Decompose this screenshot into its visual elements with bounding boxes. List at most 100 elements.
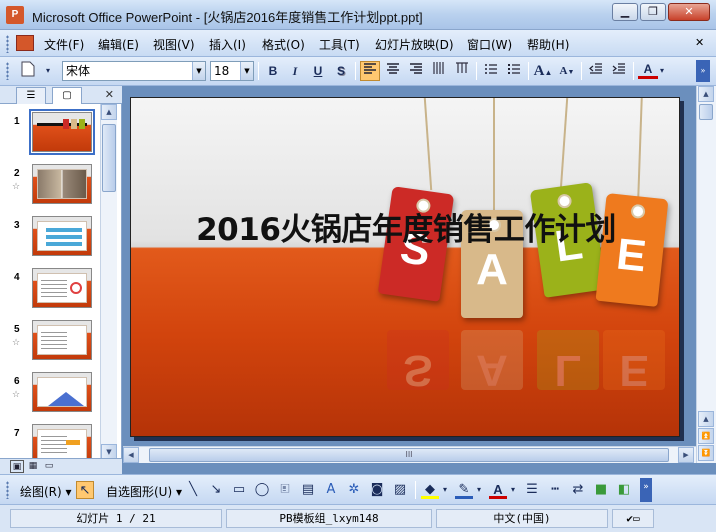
align-right-icon[interactable] bbox=[406, 61, 426, 81]
decrease-indent-icon[interactable] bbox=[586, 61, 606, 81]
slide-horizontal-scrollbar[interactable]: ◀ III ▶ bbox=[123, 446, 696, 463]
slide-thumbnail[interactable] bbox=[32, 164, 92, 204]
scroll-left-icon[interactable]: ◀ bbox=[123, 447, 139, 463]
slide-thumbnail-row[interactable]: 6 ☆ bbox=[0, 370, 100, 420]
scroll-thumb[interactable] bbox=[699, 104, 713, 120]
slide-thumbnail-row[interactable]: 5 ☆ bbox=[0, 318, 100, 368]
menu-help[interactable]: 帮助(H) bbox=[527, 36, 569, 53]
slide-thumbnail[interactable] bbox=[32, 424, 92, 462]
slide-thumbnail-row[interactable]: 4 bbox=[0, 266, 100, 316]
underline-button[interactable]: U bbox=[308, 61, 328, 81]
menu-edit[interactable]: 编辑(E) bbox=[98, 36, 139, 53]
grow-font-button[interactable]: A▲ bbox=[533, 61, 553, 81]
slide-thumbnail[interactable] bbox=[32, 320, 92, 360]
chevron-down-icon[interactable]: ▾ bbox=[440, 481, 450, 499]
scroll-up-icon[interactable]: ▲ bbox=[101, 104, 117, 120]
scroll-right-icon[interactable]: ▶ bbox=[678, 447, 694, 463]
spelling-status-icon[interactable]: ✔▭ bbox=[612, 509, 654, 528]
line-style-icon[interactable]: ☰ bbox=[523, 481, 541, 499]
chevron-down-icon[interactable]: ▾ bbox=[474, 481, 484, 499]
italic-button[interactable]: I bbox=[285, 61, 305, 81]
slide-vertical-scrollbar[interactable]: ▲ ▲ ⏫ ⏬ bbox=[696, 86, 716, 463]
vertical-text-icon[interactable] bbox=[429, 61, 449, 81]
restore-button[interactable]: ❐ bbox=[640, 3, 666, 21]
slideshow-view-icon[interactable]: ▭ bbox=[42, 460, 56, 473]
vertical-textbox-icon[interactable]: ▤ bbox=[299, 481, 317, 499]
menu-insert[interactable]: 插入(I) bbox=[209, 36, 246, 53]
menu-slideshow[interactable]: 幻灯片放映(D) bbox=[375, 36, 454, 53]
textbox-icon[interactable]: 🗉 bbox=[276, 481, 294, 499]
thumbnail-scrollbar[interactable]: ▲ ▼ bbox=[100, 104, 117, 462]
previous-slide-icon[interactable]: ⏫ bbox=[698, 428, 714, 444]
shrink-font-button[interactable]: A▼ bbox=[557, 61, 577, 81]
align-center-icon[interactable] bbox=[383, 61, 403, 81]
arrow-icon[interactable]: ↘ bbox=[207, 481, 225, 499]
font-size-combo[interactable]: 18 ▼ bbox=[210, 61, 254, 81]
slide-thumbnail-row[interactable]: 3 bbox=[0, 214, 100, 264]
slide-thumbnail-row[interactable]: 7 bbox=[0, 422, 100, 462]
menu-tools[interactable]: 工具(T) bbox=[319, 36, 360, 53]
slide-canvas[interactable]: S A L E S A L E 2016火锅店年度销售工作计划 bbox=[130, 97, 680, 437]
chevron-down-icon[interactable]: ▼ bbox=[192, 62, 205, 80]
line-icon[interactable]: ╲ bbox=[184, 481, 202, 499]
toolbar-options-icon[interactable]: » bbox=[640, 478, 652, 502]
font-name-combo[interactable]: 宋体 ▼ bbox=[62, 61, 206, 81]
picture-icon[interactable]: ▨ bbox=[391, 481, 409, 499]
slide-sorter-view-icon[interactable]: ▦ bbox=[26, 460, 40, 473]
slide-thumbnail-row[interactable]: 2 ☆ bbox=[0, 162, 100, 212]
powerpoint-app-icon[interactable]: P bbox=[6, 6, 24, 24]
slide-thumbnail-row[interactable]: 1 bbox=[0, 109, 100, 160]
document-icon[interactable] bbox=[16, 35, 34, 51]
close-button[interactable]: ✕ bbox=[668, 3, 710, 21]
font-color-icon[interactable]: A bbox=[489, 481, 507, 499]
tab-slides[interactable]: ▢ bbox=[52, 87, 82, 105]
bold-button[interactable]: B bbox=[263, 61, 283, 81]
3d-style-icon[interactable]: ◧ bbox=[615, 481, 633, 499]
normal-view-icon[interactable]: ▣ bbox=[10, 460, 24, 473]
autoshapes-menu-button[interactable]: 自选图形(U) ▾ bbox=[106, 483, 182, 500]
toolbar-dropdown-icon[interactable]: ▾ bbox=[38, 61, 58, 81]
slide-thumbnail[interactable] bbox=[32, 216, 92, 256]
scroll-thumb[interactable] bbox=[102, 124, 116, 192]
fill-color-icon[interactable]: ◆ bbox=[421, 481, 439, 499]
toolbar-options-icon[interactable]: » bbox=[696, 60, 710, 82]
tab-outline[interactable]: ☰ bbox=[16, 87, 46, 104]
oval-icon[interactable]: ◯ bbox=[253, 481, 271, 499]
increase-indent-icon[interactable] bbox=[609, 61, 629, 81]
minimize-button[interactable]: ▁ bbox=[612, 3, 638, 21]
diagram-icon[interactable]: ✲ bbox=[345, 481, 363, 499]
slide-thumbnail[interactable] bbox=[29, 109, 95, 155]
menubar-grip[interactable] bbox=[6, 35, 9, 53]
arrow-style-icon[interactable]: ⇄ bbox=[569, 481, 587, 499]
scroll-thumb[interactable]: III bbox=[149, 448, 669, 462]
chevron-down-icon[interactable]: ▾ bbox=[656, 61, 668, 81]
font-color-button[interactable]: A bbox=[638, 61, 658, 79]
next-slide-icon[interactable]: ⏬ bbox=[698, 445, 714, 461]
menu-window[interactable]: 窗口(W) bbox=[467, 36, 512, 53]
bullets-icon[interactable] bbox=[504, 61, 524, 81]
line-color-icon[interactable]: ✎ bbox=[455, 481, 473, 499]
select-pointer-icon[interactable]: ↖ bbox=[76, 481, 94, 499]
draw-menu-button[interactable]: 绘图(R) ▾ bbox=[20, 483, 72, 500]
chevron-down-icon[interactable]: ▼ bbox=[240, 62, 253, 80]
panel-close-icon[interactable]: ✕ bbox=[105, 88, 114, 101]
align-left-icon[interactable] bbox=[360, 61, 380, 81]
numbering-icon[interactable] bbox=[481, 61, 501, 81]
toolbar-grip[interactable] bbox=[6, 62, 9, 80]
scroll-down-icon[interactable]: ▲ bbox=[698, 411, 714, 427]
distribute-icon[interactable] bbox=[452, 61, 472, 81]
menu-file[interactable]: 文件(F) bbox=[44, 36, 84, 53]
menu-format[interactable]: 格式(O) bbox=[262, 36, 305, 53]
new-document-icon[interactable] bbox=[18, 61, 38, 81]
shadow-button[interactable]: S bbox=[331, 61, 351, 81]
wordart-icon[interactable]: A bbox=[322, 481, 340, 499]
clipart-icon[interactable]: ◙ bbox=[368, 481, 386, 499]
slide-thumbnail[interactable] bbox=[32, 268, 92, 308]
dash-style-icon[interactable]: ┅ bbox=[546, 481, 564, 499]
chevron-down-icon[interactable]: ▾ bbox=[508, 481, 518, 499]
menu-view[interactable]: 视图(V) bbox=[153, 36, 195, 53]
slide-title[interactable]: 2016火锅店年度销售工作计划 bbox=[131, 204, 679, 249]
toolbar-grip[interactable] bbox=[6, 481, 9, 499]
document-close-button[interactable]: ✕ bbox=[695, 36, 704, 49]
scroll-up-icon[interactable]: ▲ bbox=[698, 86, 714, 102]
